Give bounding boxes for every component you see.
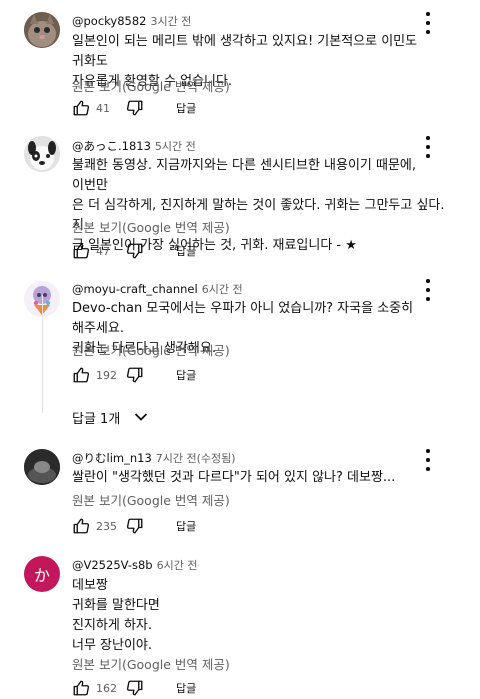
like-count: 41 <box>96 101 110 115</box>
comment-line: 일본인이 되는 메리트 밖에 생각하고 있지요! 기본적으로 이민도 귀화도 <box>72 34 418 69</box>
comment-line: 귀화를 말한다면 <box>72 598 160 613</box>
show-replies-button[interactable]: 답글 1개 <box>72 405 148 429</box>
avatar[interactable] <box>24 136 60 172</box>
reply-button[interactable]: 답글 <box>176 367 196 383</box>
replies-count-label: 답글 1개 <box>72 411 121 427</box>
view-original-link[interactable]: 원본 보기(Google 번역 제공) <box>72 654 230 673</box>
author-handle[interactable]: @あっこ.1813 <box>72 139 151 153</box>
comment-actions: 192 답글 <box>72 364 196 386</box>
comment-line: 불쾌한 동영상. 지금까지와는 다른 센시티브한 내용이기 때문에, 이번만 <box>72 158 417 193</box>
author-handle[interactable]: @りむlim_n13 <box>72 451 152 465</box>
comment-author[interactable]: @あっこ.1813 5시간 전 <box>72 138 196 154</box>
comment-author[interactable]: @りむlim_n13 7시간 전(수정됨) <box>72 450 236 466</box>
comment-line: 너무 장난이야. <box>72 638 153 653</box>
comment-time[interactable]: 3시간 전 <box>150 15 191 28</box>
view-original-link[interactable]: 원본 보기(Google 번역 제공) <box>72 217 230 236</box>
like-count: 162 <box>96 681 117 695</box>
more-actions-icon[interactable] <box>420 12 436 34</box>
thread-line <box>42 295 43 413</box>
dislike-icon[interactable] <box>126 242 144 260</box>
comment-time[interactable]: 5시간 전 <box>155 140 196 153</box>
dog-avatar-icon <box>24 136 60 172</box>
reply-button[interactable]: 답글 <box>176 100 196 116</box>
avatar-letter: か <box>33 566 50 585</box>
reply-button[interactable]: 답글 <box>176 680 196 696</box>
comment-actions: 235 답글 <box>72 515 196 537</box>
comment-text: 데보짱 귀화를 말한다면 진지하게 하자. 너무 장난이야. <box>72 576 452 656</box>
comment-author[interactable]: @V2525V-s8b 6시간 전 <box>72 557 197 573</box>
comment-time[interactable]: 7시간 전(수정됨) <box>156 452 236 465</box>
author-handle[interactable]: @pocky8582 <box>72 14 146 28</box>
author-handle[interactable]: @V2525V-s8b <box>72 558 153 572</box>
dislike-icon[interactable] <box>126 366 144 384</box>
dislike-icon[interactable] <box>126 679 144 697</box>
view-original-link[interactable]: 원본 보기(Google 번역 제공) <box>72 340 230 359</box>
avatar[interactable] <box>24 449 60 485</box>
more-actions-icon[interactable] <box>420 279 436 301</box>
cat-avatar-icon <box>24 12 60 48</box>
dark-photo-avatar-icon <box>24 449 60 485</box>
comment-author[interactable]: @moyu-craft_channel 6시간 전 <box>72 281 243 297</box>
author-handle[interactable]: @moyu-craft_channel <box>72 282 198 296</box>
comment-actions: 41 답글 <box>72 97 196 119</box>
like-icon[interactable] <box>72 366 90 384</box>
comment-time[interactable]: 6시간 전 <box>202 283 243 296</box>
dislike-icon[interactable] <box>126 517 144 535</box>
like-icon[interactable] <box>72 242 90 260</box>
reply-button[interactable]: 답글 <box>176 243 196 259</box>
comment-actions: 47 답글 <box>72 240 196 262</box>
comment-actions: 162 답글 <box>72 677 196 699</box>
comment-line: 진지하게 하자. <box>72 618 153 633</box>
reply-button[interactable]: 답글 <box>176 518 196 534</box>
comment-line: 쌀란이 "생각했던 것과 다르다"가 되어 있지 않나? 데보짱... <box>72 470 396 485</box>
comment-author[interactable]: @pocky8582 3시간 전 <box>72 13 191 29</box>
comment-line: Devo-chan 모국에서는 우파가 아니 었습니까? 자국을 소중히 해주세… <box>72 301 414 336</box>
like-icon[interactable] <box>72 99 90 117</box>
view-original-link[interactable]: 원본 보기(Google 번역 제공) <box>72 76 230 95</box>
dislike-icon[interactable] <box>126 99 144 117</box>
chevron-down-icon <box>135 413 148 421</box>
view-original-link[interactable]: 원본 보기(Google 번역 제공) <box>72 490 230 509</box>
more-actions-icon[interactable] <box>420 136 436 158</box>
like-count: 192 <box>96 368 117 382</box>
like-icon[interactable] <box>72 517 90 535</box>
like-icon[interactable] <box>72 679 90 697</box>
comment-line: 데보짱 <box>72 578 108 593</box>
avatar[interactable]: か <box>24 556 60 592</box>
comment-text: 쌀란이 "생각했던 것과 다르다"가 되어 있지 않나? 데보짱... <box>72 468 452 488</box>
like-count: 235 <box>96 519 117 533</box>
avatar[interactable] <box>24 12 60 48</box>
comment-time[interactable]: 6시간 전 <box>157 559 198 572</box>
like-count: 47 <box>96 244 110 258</box>
